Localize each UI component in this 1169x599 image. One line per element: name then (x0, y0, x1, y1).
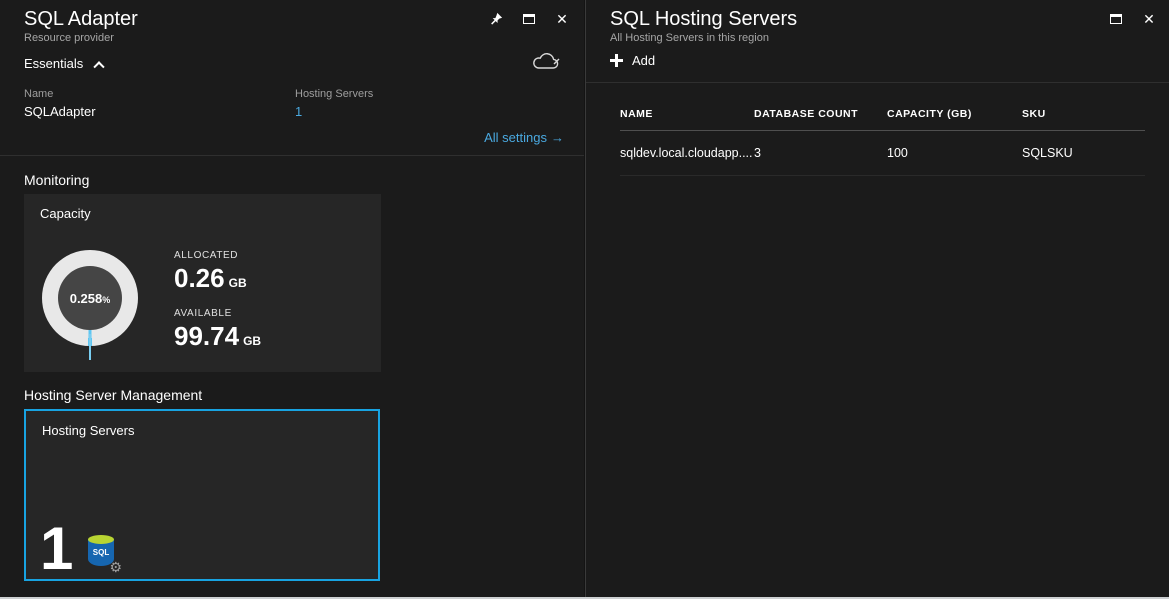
add-button[interactable]: Add (610, 53, 655, 68)
blade-header-icons: ✕ (488, 11, 570, 27)
sql-icon-label: SQL (88, 548, 114, 557)
available-label: AVAILABLE (174, 308, 261, 319)
field-value[interactable]: 1 (295, 104, 373, 119)
capacity-legend: ALLOCATED 0.26GB AVAILABLE 99.74GB (174, 250, 261, 366)
blade-header-icons: ✕ (1108, 11, 1157, 27)
chevron-up-icon (94, 61, 105, 72)
essentials-field-name: Name SQLAdapter (24, 88, 96, 119)
blade-title: SQL Adapter (24, 8, 138, 31)
available-value: 99.74GB (174, 321, 261, 352)
field-value: SQLAdapter (24, 104, 96, 119)
hosting-servers-tile[interactable]: Hosting Servers 1 SQL ⚙ (24, 409, 380, 581)
hosting-servers-table: NAME DATABASE COUNT CAPACITY (GB) SKU sq… (620, 98, 1145, 176)
maximize-icon[interactable] (521, 11, 537, 27)
capacity-donut-chart: 0.258% (42, 250, 138, 346)
essentials-label: Essentials (24, 56, 83, 71)
donut-center: 0.258% (58, 266, 122, 330)
hosting-servers-count: 1 (40, 519, 73, 579)
sql-adapter-blade: SQL Adapter Resource provider ✕ Essentia… (0, 0, 584, 599)
field-label: Name (24, 88, 96, 100)
column-header-sku: SKU (1022, 98, 1145, 131)
allocated-value: 0.26GB (174, 263, 261, 294)
sql-database-icon: SQL ⚙ (88, 535, 118, 569)
cloud-icon[interactable] (532, 50, 562, 72)
plus-icon (610, 54, 623, 67)
hosting-tile-title: Hosting Servers (42, 423, 134, 438)
table-cell-name[interactable]: sqldev.local.cloudapp.... (620, 131, 754, 176)
donut-allocated-tick (89, 334, 91, 360)
maximize-icon[interactable] (1108, 11, 1124, 27)
table-cell-database-count[interactable]: 3 (754, 131, 887, 176)
gear-icon: ⚙ (109, 560, 122, 574)
field-label: Hosting Servers (295, 88, 373, 100)
capacity-tile-title: Capacity (40, 206, 91, 221)
table-cell-sku[interactable]: SQLSKU (1022, 131, 1145, 176)
divider (0, 155, 584, 156)
close-icon[interactable]: ✕ (1141, 11, 1157, 27)
pin-icon[interactable] (488, 11, 504, 27)
database-cylinder-top (88, 535, 114, 544)
monitoring-section-label: Monitoring (24, 172, 89, 188)
all-settings-link[interactable]: All settings → (484, 130, 564, 145)
column-header-database-count: DATABASE COUNT (754, 98, 887, 131)
portal-canvas: SQL Adapter Resource provider ✕ Essentia… (0, 0, 1169, 599)
donut-percent-label: 0.258% (70, 291, 111, 306)
table-cell-capacity[interactable]: 100 (887, 131, 1022, 176)
essentials-toggle[interactable]: Essentials (24, 56, 103, 71)
add-button-label: Add (632, 53, 655, 68)
column-header-name: NAME (620, 98, 754, 131)
divider (586, 82, 1169, 83)
capacity-tile[interactable]: Capacity 0.258% ALLOCATED 0.26GB AVAILAB… (24, 194, 381, 372)
allocated-label: ALLOCATED (174, 250, 261, 261)
column-header-capacity: CAPACITY (GB) (887, 98, 1022, 131)
all-settings-label: All settings (484, 130, 547, 145)
arrow-right-icon: → (551, 130, 564, 145)
blade-subtitle: Resource provider (24, 32, 114, 44)
close-icon[interactable]: ✕ (554, 11, 570, 27)
hosting-management-section-label: Hosting Server Management (24, 387, 202, 403)
blade-title: SQL Hosting Servers (610, 8, 797, 31)
blade-subtitle: All Hosting Servers in this region (610, 32, 769, 44)
sql-hosting-servers-blade: SQL Hosting Servers All Hosting Servers … (585, 0, 1169, 599)
essentials-field-hosting-servers: Hosting Servers 1 (295, 88, 373, 119)
